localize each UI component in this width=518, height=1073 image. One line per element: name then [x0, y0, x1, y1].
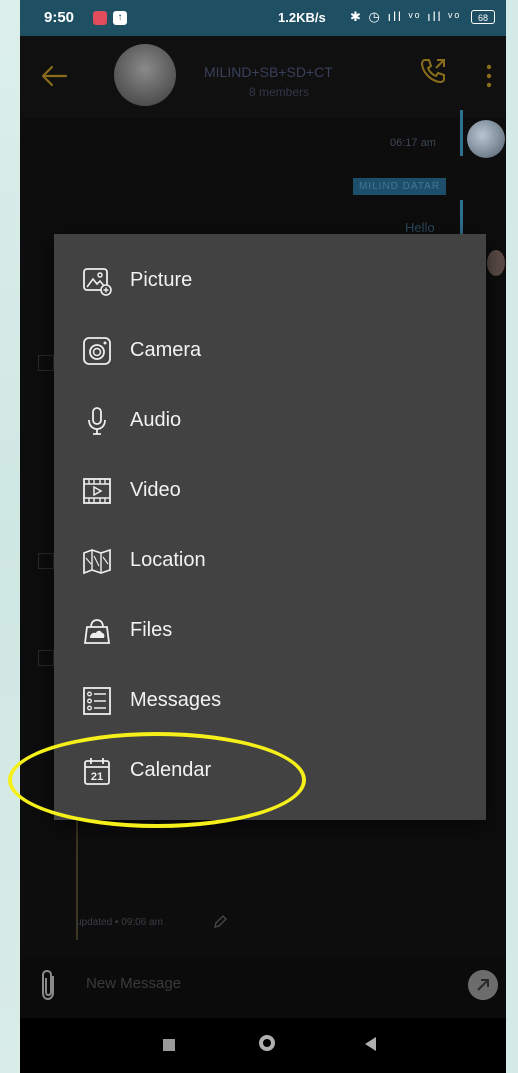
- status-time: 9:50: [44, 9, 75, 26]
- menu-item-label: Audio: [130, 409, 182, 431]
- sender-avatar-small: [487, 250, 505, 276]
- group-member-count: 8 members: [249, 85, 310, 99]
- status-bar: 9:50 ↑ 1.2KB/s ✱ ◷ ıll ᵛᵒ ıll ᵛᵒ 68: [20, 0, 506, 36]
- sender-avatar: [467, 120, 505, 158]
- menu-item-audio[interactable]: Audio: [54, 387, 486, 457]
- video-icon: [83, 478, 111, 504]
- message-text: Hello: [405, 220, 435, 235]
- pencil-icon: [214, 915, 227, 928]
- send-button[interactable]: [468, 970, 498, 1000]
- message-checkbox: [38, 355, 54, 371]
- message-checkbox: [38, 553, 54, 569]
- menu-item-label: Messages: [130, 689, 222, 711]
- menu-item-location[interactable]: Location: [54, 527, 486, 597]
- files-icon: [83, 619, 111, 644]
- map-icon: [83, 548, 111, 575]
- menu-item-label: Files: [130, 619, 173, 641]
- upload-notification-icon: ↑: [113, 11, 127, 25]
- home-button-center: [263, 1039, 271, 1047]
- menu-item-video[interactable]: Video: [54, 457, 486, 527]
- calendar-day-number: 21: [91, 771, 103, 783]
- paperclip-icon[interactable]: [38, 968, 60, 1002]
- menu-item-label: Location: [130, 549, 206, 571]
- menu-item-label: Video: [130, 479, 181, 501]
- message-checkbox: [38, 650, 54, 666]
- menu-item-files[interactable]: Files: [54, 597, 486, 667]
- messages-icon: [83, 687, 111, 715]
- menu-item-calendar[interactable]: 21 Calendar: [54, 737, 486, 807]
- menu-item-label: Calendar: [130, 759, 212, 781]
- recents-button[interactable]: [163, 1039, 175, 1051]
- menu-item-messages[interactable]: Messages: [54, 667, 486, 737]
- microphone-icon: [88, 407, 106, 435]
- page-background-left: [0, 0, 20, 1073]
- calendar-icon: 21: [84, 758, 110, 785]
- message-timestamp: 06:17 am: [390, 137, 436, 149]
- updated-timestamp: updated • 09:06 am: [76, 917, 163, 928]
- picture-icon: [83, 268, 112, 296]
- message-composer: [20, 958, 506, 1018]
- message-border: [460, 110, 463, 156]
- message-input[interactable]: [84, 974, 448, 993]
- notification-icon: [93, 11, 107, 25]
- call-icon[interactable]: [418, 56, 448, 86]
- phone-screen: 9:50 ↑ 1.2KB/s ✱ ◷ ıll ᵛᵒ ıll ᵛᵒ 68 MILI…: [20, 0, 506, 1073]
- menu-item-label: Picture: [130, 269, 193, 291]
- menu-item-camera[interactable]: Camera: [54, 317, 486, 387]
- battery-icon: 68: [471, 10, 495, 24]
- sender-name-badge: MILIND DATAR: [353, 178, 447, 195]
- menu-item-picture[interactable]: Picture: [54, 247, 486, 317]
- page-background-right: [506, 0, 518, 1073]
- group-title[interactable]: MILIND+SB+SD+CT: [204, 64, 333, 80]
- group-avatar[interactable]: [114, 44, 176, 106]
- chat-header: MILIND+SB+SD+CT 8 members: [20, 36, 506, 118]
- network-speed: 1.2KB/s: [278, 10, 326, 25]
- back-button[interactable]: [365, 1037, 376, 1051]
- camera-icon: [83, 337, 111, 365]
- navigation-bar: [20, 1018, 506, 1073]
- system-indicators: ✱ ◷ ıll ᵛᵒ ıll ᵛᵒ: [350, 9, 462, 24]
- menu-item-label: Camera: [130, 339, 202, 361]
- attachment-menu: Picture Camera Audio Video Location File…: [54, 234, 486, 820]
- back-arrow-icon[interactable]: [38, 60, 70, 92]
- more-options-icon[interactable]: [486, 64, 492, 88]
